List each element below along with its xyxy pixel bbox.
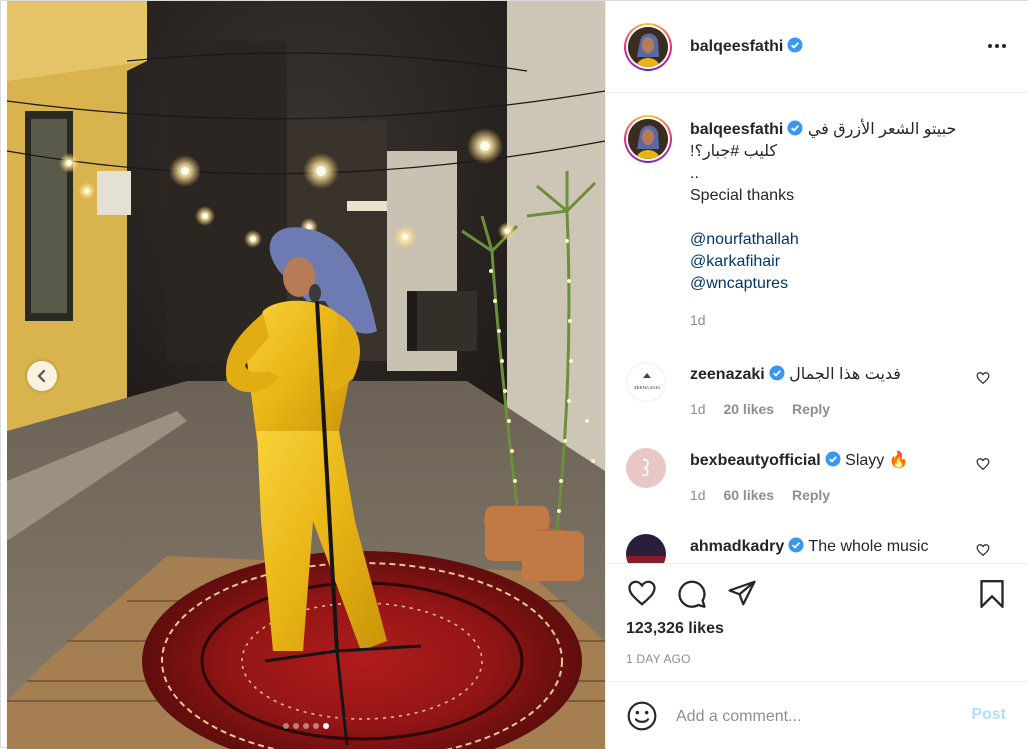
caption-text-line2: كليب #جبار؟! <box>690 143 778 160</box>
comment-likes[interactable]: 20 likes <box>723 401 774 417</box>
verified-icon <box>769 365 785 381</box>
carousel-dot <box>313 723 319 729</box>
carousel-dot <box>293 723 299 729</box>
reply-button[interactable]: Reply <box>792 487 830 503</box>
emoji-icon <box>627 701 657 731</box>
more-options-button[interactable] <box>986 35 1008 62</box>
caption-timestamp[interactable]: 1d <box>690 309 1010 331</box>
post-actions: 123,326 likes 1 DAY AGO <box>606 563 1028 681</box>
comment-timestamp[interactable]: 1d <box>690 401 706 417</box>
more-icon <box>988 44 1006 48</box>
verified-icon <box>788 537 804 553</box>
like-comment-button[interactable] <box>976 457 990 476</box>
verified-icon <box>787 37 803 53</box>
comment-likes[interactable]: 60 likes <box>723 487 774 503</box>
caption-text-line4: Special thanks <box>690 187 795 204</box>
share-button[interactable] <box>726 578 758 613</box>
caption-first-line: balqeesfathi حبيتو الشعر الأزرق في <box>690 119 1010 141</box>
carousel-dot-active <box>323 723 329 729</box>
comment-text: Slayy 🔥 <box>845 452 909 469</box>
emoji-button[interactable] <box>626 700 658 737</box>
comment-meta: 1d 20 likes Reply <box>690 401 844 417</box>
comment-meta: 1d 60 likes Reply <box>690 487 844 503</box>
heart-icon <box>976 372 990 385</box>
like-button[interactable] <box>626 578 658 613</box>
commenter-avatar[interactable]: ZEENA ZAKI <box>626 362 666 402</box>
heart-icon <box>628 580 656 606</box>
caption-text-line3: .. <box>690 165 699 182</box>
post-photo[interactable] <box>7 1 605 749</box>
commenter-avatar[interactable] <box>626 534 666 563</box>
avatar-image <box>628 27 668 67</box>
reply-button[interactable]: Reply <box>792 401 830 417</box>
author-avatar[interactable] <box>624 23 672 71</box>
comment-icon <box>678 580 706 608</box>
chevron-left-icon <box>37 369 46 383</box>
share-icon <box>728 580 756 606</box>
caption-text-line1: حبيتو الشعر الأزرق في <box>807 121 957 138</box>
comment-body: ahmadkadry The whole music <box>690 536 980 558</box>
commenter-username[interactable]: zeenazaki <box>690 366 765 383</box>
comment-text: The whole music <box>808 538 929 555</box>
mention-link[interactable]: @karkafihair <box>690 251 1010 273</box>
heart-icon <box>976 458 990 471</box>
comment-button[interactable] <box>676 578 708 613</box>
post-comment-button[interactable]: Post <box>971 706 1006 724</box>
comment-body: zeenazaki فديت هذا الجمال <box>690 364 980 386</box>
carousel-dot <box>303 723 309 729</box>
save-button[interactable] <box>978 578 1006 615</box>
like-comment-button[interactable] <box>976 543 990 562</box>
caption-avatar[interactable] <box>624 115 672 163</box>
avatar-image <box>628 119 668 159</box>
likes-count[interactable]: 123,326 likes <box>626 620 724 638</box>
avatar-image <box>626 448 666 488</box>
caption-username[interactable]: balqeesfathi <box>690 121 783 138</box>
mention-link[interactable]: @nourfathallah <box>690 229 1010 251</box>
comment-timestamp[interactable]: 1d <box>690 487 706 503</box>
carousel-dot <box>283 723 289 729</box>
author-username-row: balqeesfathi <box>690 37 803 56</box>
post-header: balqeesfathi <box>606 1 1028 93</box>
commenter-avatar[interactable] <box>626 448 666 488</box>
comment-input[interactable] <box>676 702 956 732</box>
post-date[interactable]: 1 DAY AGO <box>626 652 691 666</box>
verified-icon <box>787 120 803 136</box>
heart-icon <box>976 544 990 557</box>
post-sidebar: balqeesfathi balqeesfathi حبيتو الشعر ال… <box>605 1 1028 749</box>
bookmark-icon <box>980 580 1004 608</box>
mention-link[interactable]: @wncaptures <box>690 273 1010 295</box>
photo-illustration <box>7 1 605 749</box>
add-comment-bar: Post <box>606 681 1028 749</box>
avatar-image <box>626 534 666 563</box>
commenter-username[interactable]: bexbeautyofficial <box>690 452 821 469</box>
verified-icon <box>825 451 841 467</box>
avatar-logo-text: ZEENA ZAKI <box>634 385 660 390</box>
post-caption: balqeesfathi حبيتو الشعر الأزرق في كليب … <box>690 119 1010 331</box>
comment-text: فديت هذا الجمال <box>789 366 901 383</box>
author-username[interactable]: balqeesfathi <box>690 38 783 55</box>
instagram-post: balqeesfathi balqeesfathi حبيتو الشعر ال… <box>0 0 1028 749</box>
carousel-indicator <box>7 723 605 729</box>
avatar-image: ZEENA ZAKI <box>627 363 665 401</box>
comment-body: bexbeautyofficial Slayy 🔥 <box>690 450 980 472</box>
commenter-username[interactable]: ahmadkadry <box>690 538 784 555</box>
like-comment-button[interactable] <box>976 371 990 390</box>
carousel-prev-button[interactable] <box>27 361 57 391</box>
comments-scroll-area[interactable]: balqeesfathi حبيتو الشعر الأزرق في كليب … <box>606 93 1028 563</box>
